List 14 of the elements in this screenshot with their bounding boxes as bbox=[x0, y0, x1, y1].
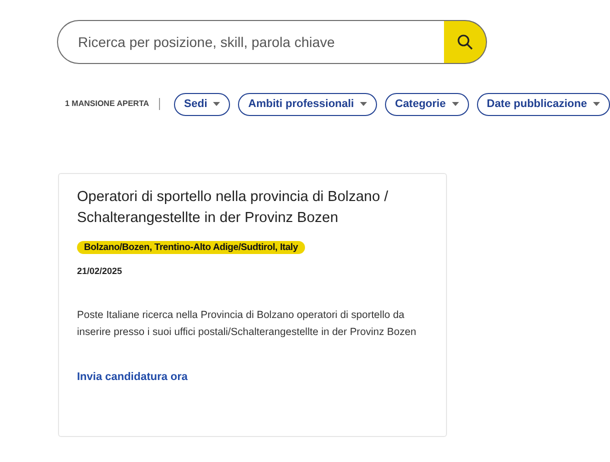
apply-link[interactable]: Invia candidatura ora bbox=[77, 368, 188, 385]
caret-icon bbox=[360, 102, 367, 106]
filter-dropdown[interactable]: Date pubblicazione bbox=[476, 92, 610, 116]
caret-icon bbox=[452, 102, 459, 106]
filter-dropdown[interactable]: Ambiti professionali bbox=[238, 92, 377, 116]
job-title[interactable]: Operatori di sportello nella provincia di Bolzano / Schalterangestellte in der Provinz Bozen bbox=[77, 187, 407, 228]
location-tag: Bolzano/Bozen, Trentino-Alto Adige/Sudtirol, Italy bbox=[77, 241, 305, 254]
caret-icon bbox=[593, 102, 600, 106]
results-count: 1 MANSIONE APERTA bbox=[65, 98, 150, 110]
filter-dropdown[interactable]: Categorie bbox=[385, 92, 469, 116]
caret-icon bbox=[213, 102, 220, 106]
filter-dropdown[interactable]: Sedi bbox=[174, 92, 230, 116]
job-description: Poste Italiane ricerca nella Provincia di Bolzano operatori di sportello da inserire presso i suoi uffici postali/Schalterangestellte in der Provinz Bozen bbox=[77, 308, 418, 340]
posted-date: 21/02/2025 bbox=[77, 265, 124, 278]
